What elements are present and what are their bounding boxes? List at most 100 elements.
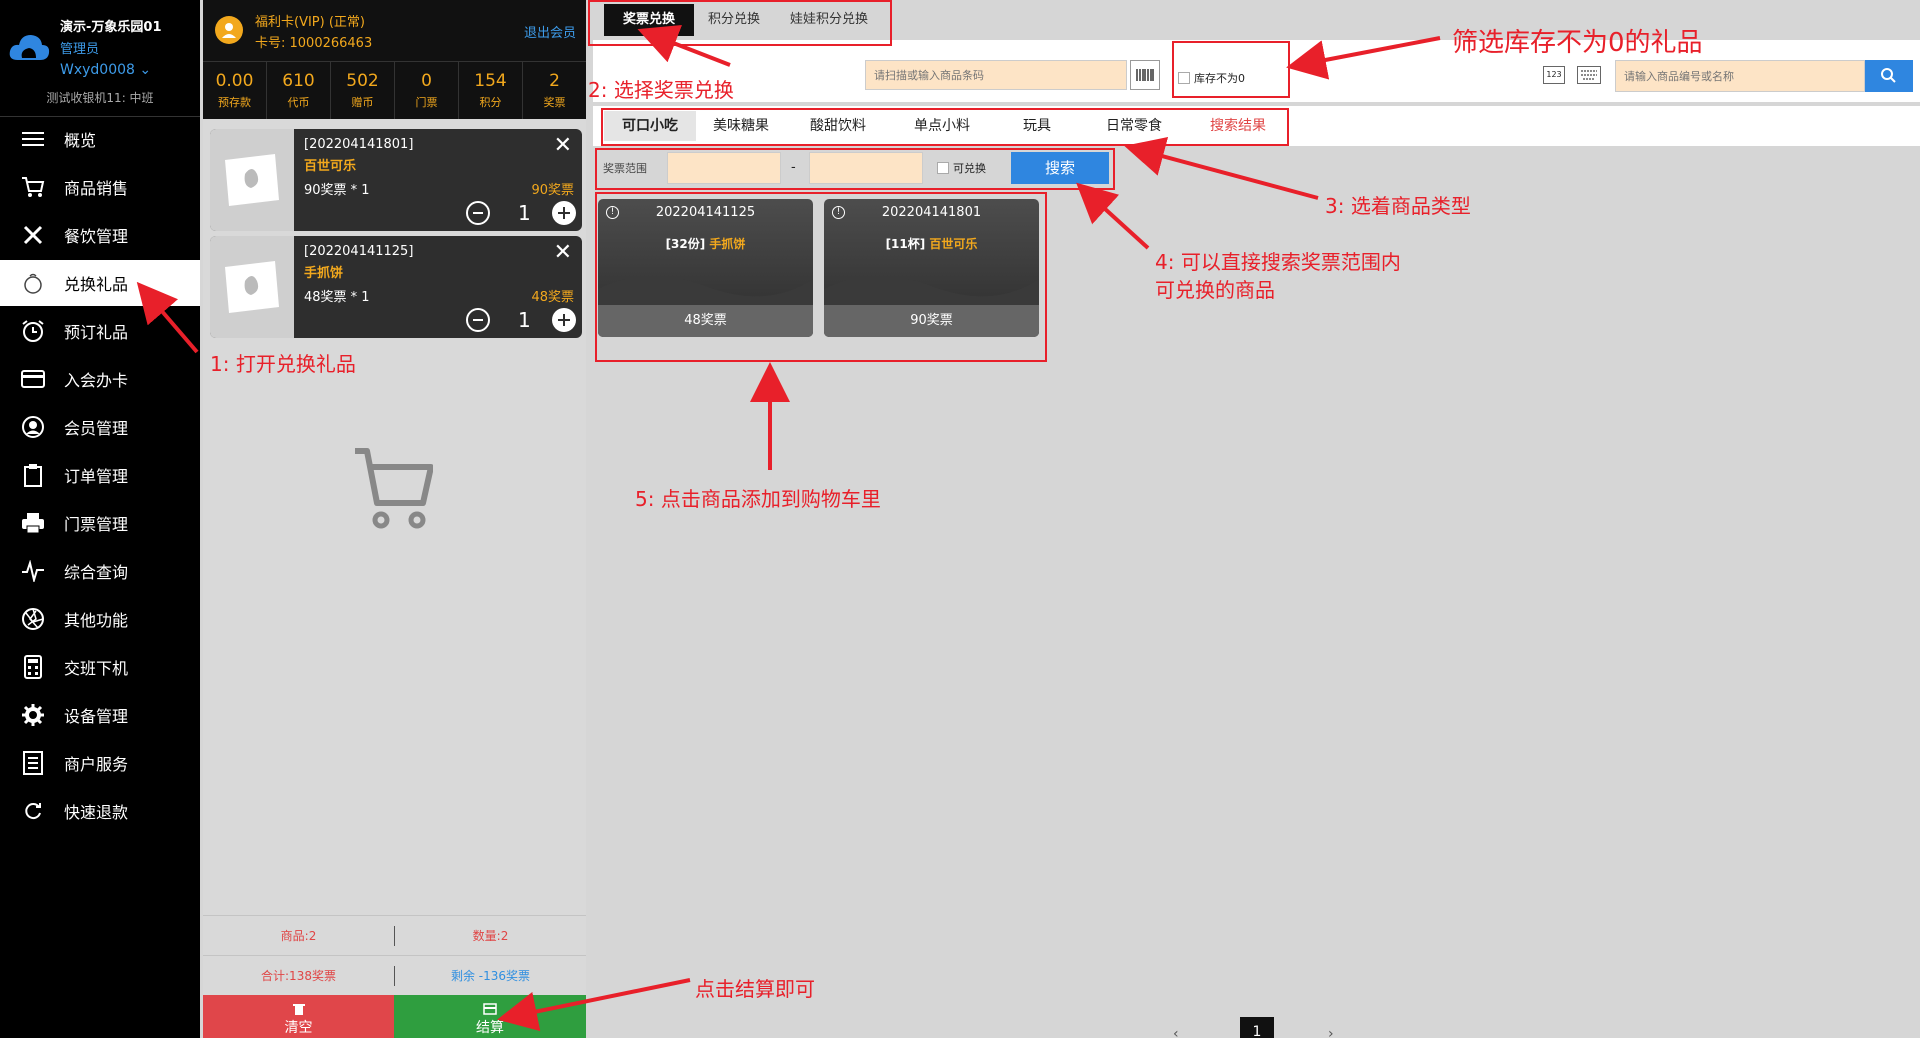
stat-prepaid: 0.00 预存款 bbox=[203, 62, 267, 119]
member-bar: 福利卡(VIP) (正常) 卡号: 1000266463 退出会员 bbox=[203, 0, 586, 61]
product-image-placeholder-icon bbox=[210, 129, 294, 231]
clear-button[interactable]: 清空 bbox=[203, 995, 394, 1038]
cloud-logo-icon bbox=[9, 35, 50, 60]
user-dropdown[interactable]: Wxyd0008 ⌄ bbox=[60, 62, 151, 78]
member-card-type: 福利卡(VIP) (正常) bbox=[255, 15, 365, 30]
cart-summary-counts: 商品:2 数量:2 bbox=[203, 915, 586, 955]
cart-remaining: 剩余 -136奖票 bbox=[450, 969, 531, 983]
product-search-input[interactable] bbox=[1615, 60, 1865, 92]
nav-quick-refund[interactable]: 快速退款 bbox=[0, 788, 200, 834]
chevron-down-icon: ⌄ bbox=[139, 62, 152, 78]
nav-comprehensive-query[interactable]: 综合查询 bbox=[0, 548, 200, 594]
nav-gift-exchange[interactable]: 兑换礼品 bbox=[0, 260, 200, 306]
nav-product-sales[interactable]: 商品销售 bbox=[0, 164, 200, 210]
sidebar-header: 演示-万象乐园01 管理员 Wxyd0008 ⌄ 测试收银机11: 中班 bbox=[0, 0, 200, 117]
shift-info: 测试收银机11: 中班 bbox=[46, 91, 154, 105]
gift-icon bbox=[20, 270, 46, 296]
calculator-icon bbox=[20, 654, 46, 680]
cart-item-name: 手抓饼 bbox=[304, 266, 344, 281]
nav-label: 快速退款 bbox=[64, 803, 129, 822]
nav-label: 餐饮管理 bbox=[64, 227, 129, 246]
aperture-icon bbox=[20, 606, 46, 632]
nav-label: 兑换礼品 bbox=[64, 275, 129, 294]
annotation-box bbox=[1172, 41, 1290, 98]
trash-icon bbox=[292, 1004, 305, 1015]
annotation-box bbox=[588, 0, 892, 46]
pulse-icon bbox=[20, 558, 46, 584]
nav-label: 其他功能 bbox=[64, 611, 129, 630]
checkout-button[interactable]: 结算 bbox=[394, 995, 586, 1038]
minus-icon[interactable] bbox=[466, 201, 490, 225]
cart-item-quantity: 1 bbox=[518, 308, 531, 332]
cart-panel: 福利卡(VIP) (正常) 卡号: 1000266463 退出会员 0.00 预存… bbox=[203, 0, 586, 1038]
annotation-text: 5: 点击商品添加到购物车里 bbox=[635, 487, 881, 511]
nav-member-management[interactable]: 会员管理 bbox=[0, 404, 200, 450]
cart-item-unit-price: 48奖票 * 1 bbox=[304, 290, 370, 305]
annotation-box bbox=[595, 192, 1047, 362]
barcode-scan-icon[interactable] bbox=[1130, 60, 1160, 90]
nav-label: 综合查询 bbox=[64, 563, 129, 582]
cart-item-total: 48奖票 bbox=[531, 290, 574, 305]
cart-item[interactable]: [202204141125] 手抓饼 48奖票 * 1 48奖票 ✕ 1 bbox=[210, 236, 582, 338]
nav-label: 入会办卡 bbox=[64, 371, 129, 390]
cart-item-unit-price: 90奖票 * 1 bbox=[304, 183, 370, 198]
annotation-text: 3: 选着商品类型 bbox=[1325, 194, 1471, 218]
nav-label: 订单管理 bbox=[64, 467, 129, 486]
shopping-cart-icon bbox=[355, 448, 433, 529]
menu-icon bbox=[20, 126, 46, 152]
nav-overview[interactable]: 概览 bbox=[0, 116, 200, 162]
annotation-box bbox=[595, 148, 1115, 190]
refresh-icon bbox=[20, 798, 46, 824]
cart-icon bbox=[20, 174, 46, 200]
annotation-text: 4: 可以直接搜索奖票范围内 bbox=[1155, 250, 1401, 274]
stat-lottery-tickets: 2 奖票 bbox=[543, 71, 566, 109]
nav-label: 概览 bbox=[64, 131, 97, 150]
nav-label: 预订礼品 bbox=[64, 323, 129, 342]
annotation-text: 可兑换的商品 bbox=[1155, 278, 1275, 302]
pager-current-page[interactable]: 1 bbox=[1240, 1017, 1274, 1038]
nav-shift-handover[interactable]: 交班下机 bbox=[0, 644, 200, 690]
stat-tokens: 610 代币 bbox=[267, 62, 331, 119]
minus-icon[interactable] bbox=[466, 308, 490, 332]
cart-sum: 合计:138奖票 bbox=[261, 969, 336, 983]
stat-tickets: 0 门票 bbox=[395, 62, 459, 119]
search-icon[interactable] bbox=[1865, 60, 1913, 92]
pager-next-icon[interactable]: › bbox=[1328, 1026, 1334, 1038]
cart-item-name: 百世可乐 bbox=[304, 159, 357, 174]
nav-device-management[interactable]: 设备管理 bbox=[0, 692, 200, 738]
avatar bbox=[215, 16, 243, 44]
printer-icon bbox=[20, 510, 46, 536]
product-image-placeholder-icon bbox=[210, 236, 294, 338]
cart-summary-totals: 合计:138奖票 剩余 -136奖票 bbox=[203, 955, 586, 995]
nav-other-functions[interactable]: 其他功能 bbox=[0, 596, 200, 642]
nav-label: 商品销售 bbox=[64, 179, 129, 198]
member-card-number: 卡号: 1000266463 bbox=[255, 36, 373, 51]
nav-gift-reservation[interactable]: 预订礼品 bbox=[0, 308, 200, 354]
plus-icon[interactable] bbox=[552, 201, 576, 225]
store-name: 演示-万象乐园01 bbox=[60, 20, 162, 35]
member-stats: 0.00 预存款 610 代币 502 赠币 0 门票 154 积分 2 奖票 bbox=[203, 61, 586, 119]
sidebar: 演示-万象乐园01 管理员 Wxyd0008 ⌄ 测试收银机11: 中班 概览 … bbox=[0, 0, 200, 1038]
gear-icon bbox=[20, 702, 46, 728]
annotation-text: 点击结算即可 bbox=[695, 977, 815, 1001]
nav-membership-card[interactable]: 入会办卡 bbox=[0, 356, 200, 402]
plus-icon[interactable] bbox=[552, 308, 576, 332]
barcode-input[interactable] bbox=[865, 60, 1127, 90]
nav-catering[interactable]: 餐饮管理 bbox=[0, 212, 200, 258]
nav-label: 商户服务 bbox=[64, 755, 129, 774]
keyboard-icon[interactable] bbox=[1577, 66, 1601, 84]
nav-order-management[interactable]: 订单管理 bbox=[0, 452, 200, 498]
nav-ticket-management[interactable]: 门票管理 bbox=[0, 500, 200, 546]
clear-label: 清空 bbox=[284, 1020, 313, 1036]
close-icon[interactable]: ✕ bbox=[554, 242, 572, 264]
stat-bonus-tokens: 502 赠币 bbox=[331, 62, 395, 119]
nav-label: 门票管理 bbox=[64, 515, 129, 534]
pager-prev-icon[interactable]: ‹ bbox=[1173, 1026, 1179, 1038]
checkout-label: 结算 bbox=[476, 1020, 504, 1036]
logout-member-button[interactable]: 退出会员 bbox=[524, 22, 576, 41]
close-icon[interactable]: ✕ bbox=[554, 135, 572, 157]
document-icon bbox=[20, 750, 46, 776]
numeric-keyboard-icon[interactable]: 123 bbox=[1543, 66, 1565, 84]
nav-merchant-service[interactable]: 商户服务 bbox=[0, 740, 200, 786]
cart-item[interactable]: [202204141801] 百世可乐 90奖票 * 1 90奖票 ✕ 1 bbox=[210, 129, 582, 231]
